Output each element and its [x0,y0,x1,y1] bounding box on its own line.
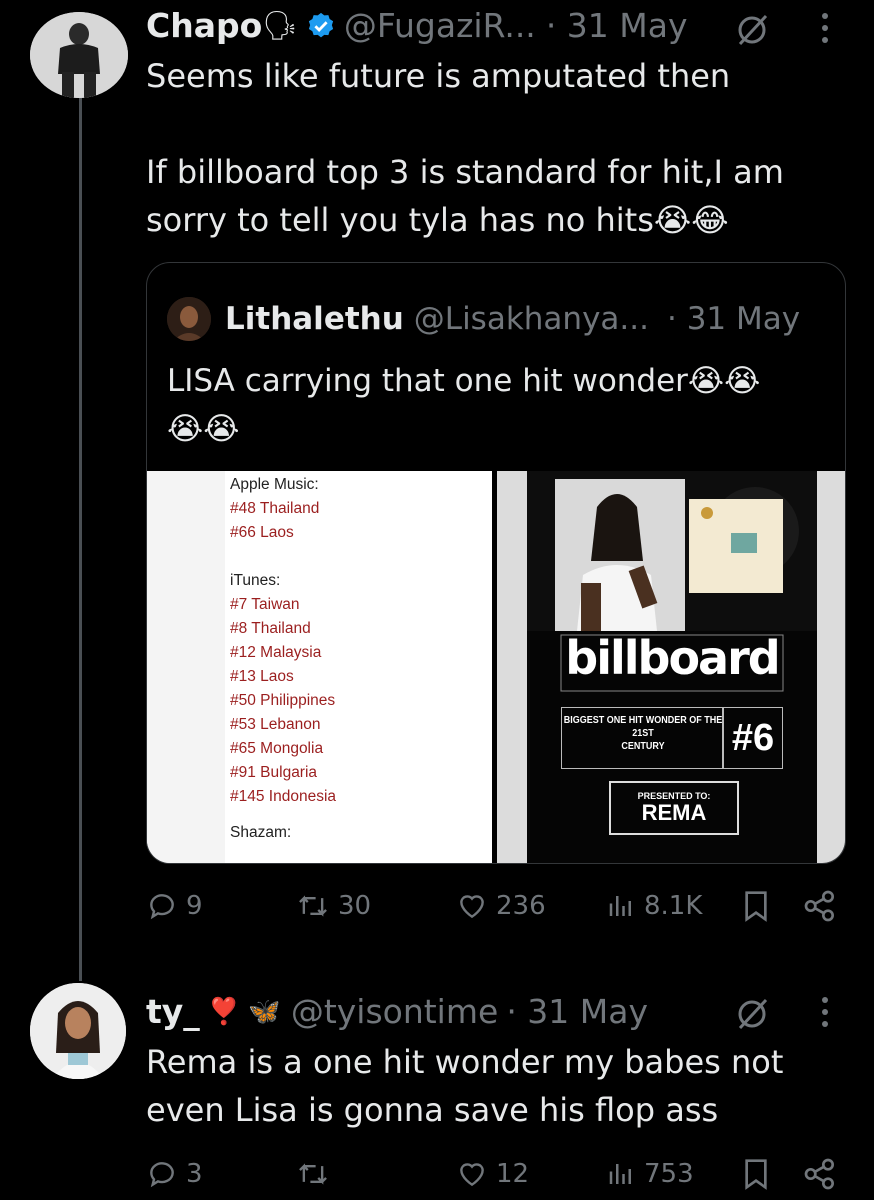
reply-count: 9 [186,891,203,921]
list-header: Shazam: [230,824,292,841]
tweet-actions: 9 30 236 8.1K [146,890,846,930]
tweet-header: ty_ ❣️ 🦋 @tyisontime · 31 May [146,992,648,1031]
list-item: #13 Laos [230,668,294,685]
like-button[interactable]: 12 [456,1158,529,1190]
list-item: #91 Bulgaria [230,764,318,781]
views-button[interactable]: 753 [606,1158,694,1190]
reply-button[interactable]: 3 [146,1158,203,1190]
presented-name: REMA [641,800,707,825]
grok-slash-icon[interactable] [734,996,770,1036]
tweet-text-line: Seems like future is amputated then [146,57,731,95]
bookmark-icon [745,891,767,922]
quoted-tweet[interactable]: Lithalethu @Lisakhanya... · 31 May LISA … [146,262,846,864]
timestamp[interactable]: · 31 May [506,992,648,1031]
thread-line [79,96,82,981]
quote-text-line: 😭😭 [167,411,240,447]
display-name[interactable]: ty_ [146,992,200,1031]
more-icon[interactable] [818,10,832,50]
views-icon [609,896,631,916]
billboard-logo: billboard [565,631,780,685]
list-item: #65 Mongolia [230,740,324,757]
views-button[interactable]: 8.1K [606,890,702,922]
speaking-head-emoji: 🗣 [262,9,298,42]
views-icon [609,1164,631,1184]
chart-list: Apple Music: #48 Thailand #66 Laos iTune… [230,473,336,845]
avatar[interactable] [30,983,126,1079]
reply-icon [150,1162,174,1188]
avatar-image [30,983,126,1079]
list-item: #7 Taiwan [230,596,300,613]
retweet-icon [299,895,327,917]
like-icon [460,1163,484,1187]
list-item: #145 Indonesia [230,788,337,805]
verified-icon [308,12,333,37]
view-count: 753 [644,1159,694,1189]
quote-display-name[interactable]: Lithalethu [225,301,404,337]
view-count: 8.1K [644,891,703,921]
retweet-button[interactable]: 30 [296,890,371,922]
chart-list-image: Apple Music: #48 Thailand #66 Laos iTune… [147,471,492,863]
list-item: #12 Malaysia [230,644,322,661]
handle[interactable]: @tyisontime [291,992,499,1031]
name-emojis: ❣️ 🦋 [207,996,281,1027]
tweet-text-line: If billboard top 3 is standard for hit,I… [146,153,784,191]
tweet-actions: 3 12 753 [146,1158,846,1198]
list-header: iTunes: [230,572,281,589]
tweet-text-line: sorry to tell you tyla has no hits😭😂 [146,201,729,239]
award-title: BIGGEST ONE HIT WONDER OF THE 21ST CENTU… [555,714,731,753]
tweet-header: Chapo 🗣 @FugaziR... · 31 May [146,6,688,45]
tweet-text: Rema is a one hit wonder my babes not ev… [146,1038,783,1134]
retweet-count: 30 [338,891,372,921]
like-count: 236 [496,891,546,921]
presented-box: PRESENTED TO: REMA [609,781,739,835]
reply-count: 3 [186,1159,203,1189]
billboard-image: billboard BIGGEST ONE HIT WONDER OF THE … [497,471,845,863]
quote-header: Lithalethu @Lisakhanya... · 31 May [167,297,800,341]
like-count: 12 [496,1159,530,1189]
avatar[interactable] [30,12,128,98]
list-item: #50 Philippines [230,692,336,709]
quote-text-line: LISA carrying that one hit wonder😭😭 [167,363,761,399]
tweet-text: Seems like future is amputated then If b… [146,52,784,244]
rank-badge: #6 [723,707,783,769]
retweet-icon [299,1163,327,1185]
reply-icon [150,894,174,920]
tweet-text-line: even Lisa is gonna save his flop ass [146,1091,719,1129]
avatar-image [30,12,128,98]
handle[interactable]: @FugaziR... [344,6,536,45]
quote-timestamp[interactable]: · 31 May [667,301,800,337]
list-item: #8 Thailand [230,620,311,637]
reply-button[interactable]: 9 [146,890,203,922]
retweet-button[interactable] [296,1158,338,1190]
display-name[interactable]: Chapo [146,6,262,45]
timestamp[interactable]: · 31 May [546,6,688,45]
quote-avatar [167,297,211,341]
quote-media[interactable]: Apple Music: #48 Thailand #66 Laos iTune… [147,471,845,863]
tweet-text-line: Rema is a one hit wonder my babes not [146,1043,784,1081]
like-icon [460,895,484,919]
share-icon [804,890,834,922]
share-button[interactable] [802,1158,846,1190]
bookmark-icon [745,1159,767,1190]
bookmark-button[interactable] [742,1158,778,1190]
list-item: #48 Thailand [230,500,320,517]
share-button[interactable] [802,890,846,922]
list-item: #66 Laos [230,524,294,541]
more-icon[interactable] [818,994,832,1034]
list-header: Apple Music: [230,476,319,493]
list-item: #53 Lebanon [230,716,321,733]
quote-handle[interactable]: @Lisakhanya... [414,301,649,337]
award-line: BIGGEST ONE HIT WONDER OF THE 21ST [563,715,723,739]
quote-text: LISA carrying that one hit wonder😭😭 😭😭 [167,357,760,453]
bookmark-button[interactable] [742,890,778,922]
grok-slash-icon[interactable] [734,12,770,52]
share-icon [804,1158,834,1190]
like-button[interactable]: 236 [456,890,546,922]
award-line: CENTURY [621,741,665,752]
